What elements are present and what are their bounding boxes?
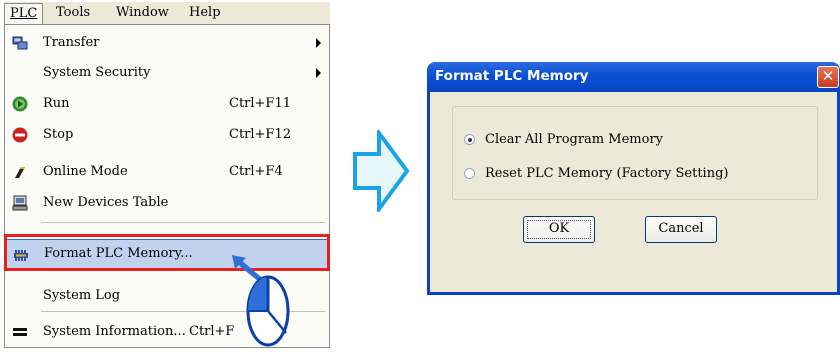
- transition-arrow-icon: [352, 126, 410, 216]
- menu-tools[interactable]: Tools: [51, 4, 95, 21]
- dialog-title: Format PLC Memory: [435, 68, 589, 84]
- focus-rectangle: [527, 220, 591, 239]
- menu-help[interactable]: Help: [184, 4, 226, 21]
- menu-plc[interactable]: PLC: [4, 3, 44, 25]
- menu-bar: PLC Tools Window Help: [4, 2, 330, 25]
- online-mode-icon: [12, 164, 28, 180]
- menu-separator: [41, 222, 325, 223]
- devices-table-icon: [12, 195, 28, 211]
- mouse-click-icon: [232, 255, 302, 354]
- radio-selected-dot: [468, 138, 472, 142]
- radio-circle[interactable]: [464, 134, 475, 145]
- close-icon: ✕: [821, 67, 835, 85]
- submenu-arrow-icon: [316, 68, 321, 78]
- options-groupbox: Clear All Program Memory Reset PLC Memor…: [452, 106, 818, 200]
- radio-clear-all-program-memory[interactable]: Clear All Program Memory: [464, 132, 784, 150]
- run-icon: [12, 96, 28, 112]
- format-plc-memory-dialog: Format PLC Memory ✕ Clear All Program Me…: [427, 62, 840, 295]
- menu-item-stop[interactable]: Stop Ctrl+F12: [5, 120, 329, 150]
- radio-circle[interactable]: [464, 168, 475, 179]
- stop-icon: [12, 127, 28, 143]
- transfer-icon: [12, 35, 28, 51]
- submenu-arrow-icon: [316, 38, 321, 48]
- ok-button[interactable]: OK: [523, 216, 595, 243]
- menu-item-transfer[interactable]: Transfer: [5, 28, 329, 58]
- radio-reset-plc-memory[interactable]: Reset PLC Memory (Factory Setting): [464, 166, 784, 184]
- menu-item-new-devices-table[interactable]: New Devices Table: [5, 188, 329, 218]
- close-button[interactable]: ✕: [817, 66, 839, 88]
- menu-item-system-security[interactable]: System Security: [5, 58, 329, 88]
- dialog-body: Clear All Program Memory Reset PLC Memor…: [427, 92, 840, 295]
- dialog-titlebar[interactable]: Format PLC Memory ✕: [427, 62, 840, 92]
- menu-window[interactable]: Window: [111, 4, 174, 21]
- menu-item-run[interactable]: Run Ctrl+F11: [5, 89, 329, 119]
- menu-item-online-mode[interactable]: Online Mode Ctrl+F4: [5, 157, 329, 187]
- cancel-button[interactable]: Cancel: [645, 216, 717, 243]
- system-info-icon: [12, 324, 28, 340]
